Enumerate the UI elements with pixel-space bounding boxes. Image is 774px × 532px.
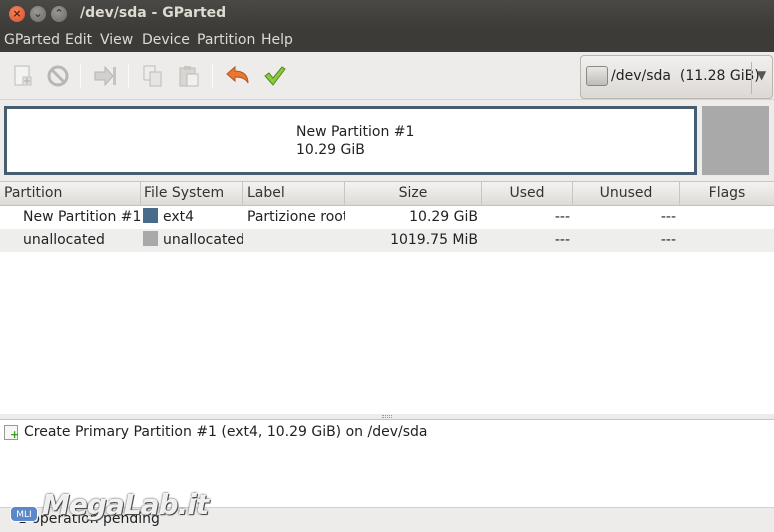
column-header-unused[interactable]: Unused — [573, 182, 680, 206]
window-close-button[interactable]: × — [9, 6, 25, 22]
device-selector[interactable]: /dev/sda (11.28 GiB) ▼ — [580, 55, 773, 99]
operation-item[interactable]: Create Primary Partition #1 (ext4, 10.29… — [24, 424, 427, 440]
filesystem-color-swatch — [143, 231, 158, 246]
menu-view[interactable]: View — [100, 32, 133, 48]
cell-unused: --- — [660, 232, 676, 248]
hard-drive-icon — [586, 66, 608, 86]
delete-icon[interactable] — [45, 63, 71, 89]
menu-gparted[interactable]: GParted — [4, 32, 60, 48]
apply-icon[interactable] — [262, 63, 288, 89]
undo-icon[interactable] — [224, 63, 250, 89]
table-row[interactable]: New Partition #1 ext4 Partizione root 10… — [0, 206, 774, 229]
device-label: /dev/sda (11.28 GiB) — [611, 68, 760, 84]
window-minimize-button[interactable]: ⌄ — [30, 6, 46, 22]
cell-flags — [684, 206, 774, 229]
partition-table: Partition File System Label Size Used Un… — [0, 181, 774, 414]
copy-icon[interactable] — [140, 63, 166, 89]
table-header: Partition File System Label Size Used Un… — [0, 182, 774, 206]
title-bar: × ⌄ ⌃ /dev/sda - GParted — [0, 0, 774, 29]
column-header-label[interactable]: Label — [243, 182, 345, 206]
column-header-size[interactable]: Size — [345, 182, 482, 206]
unallocated-map-block[interactable] — [702, 106, 769, 175]
cell-size: 1019.75 MiB — [390, 232, 478, 248]
window-maximize-button[interactable]: ⌃ — [51, 6, 67, 22]
cell-file-system: ext4 — [143, 206, 243, 229]
cell-unused: --- — [660, 209, 676, 225]
filesystem-color-swatch — [143, 208, 158, 223]
watermark-text: MegaLab.it — [42, 488, 209, 521]
toolbar-separator — [128, 64, 129, 88]
cell-size: 10.29 GiB — [409, 209, 478, 225]
chevron-down-icon[interactable]: ▼ — [757, 68, 766, 82]
watermark-logo: MLI MegaLab.it — [2, 486, 209, 530]
column-header-flags[interactable]: Flags — [680, 182, 774, 206]
column-header-used[interactable]: Used — [482, 182, 573, 206]
menu-device[interactable]: Device — [142, 32, 190, 48]
toolbar-separator — [212, 64, 213, 88]
cell-used: --- — [554, 232, 570, 248]
cell-label — [247, 229, 345, 252]
cell-flags — [684, 229, 774, 252]
window-title: /dev/sda - GParted — [80, 5, 227, 21]
toolbar-separator — [80, 64, 81, 88]
table-row[interactable]: unallocated unallocated 1019.75 MiB --- … — [0, 229, 774, 252]
column-header-partition[interactable]: Partition — [0, 182, 141, 206]
partition-map-block[interactable]: New Partition #1 10.29 GiB — [4, 106, 697, 175]
menu-help[interactable]: Help — [261, 32, 293, 48]
cell-file-system: unallocated — [143, 229, 243, 252]
watermark-badge: MLI — [10, 506, 38, 522]
cell-used: --- — [554, 209, 570, 225]
menu-edit[interactable]: Edit — [65, 32, 92, 48]
partition-map-name: New Partition #1 — [296, 124, 415, 140]
column-header-file-system[interactable]: File System — [141, 182, 243, 206]
new-partition-icon[interactable] — [10, 63, 36, 89]
cell-partition: New Partition #1 — [23, 209, 141, 225]
resize-move-icon[interactable] — [92, 63, 118, 89]
cell-partition: unallocated — [23, 232, 105, 248]
menu-partition[interactable]: Partition — [197, 32, 255, 48]
partition-map-size: 10.29 GiB — [296, 142, 365, 158]
new-partition-icon — [4, 425, 19, 440]
cell-label: Partizione root — [247, 209, 345, 225]
paste-icon[interactable] — [176, 63, 202, 89]
menu-bar: GParted Edit View Device Partition Help — [0, 29, 774, 52]
combo-divider — [751, 62, 752, 94]
